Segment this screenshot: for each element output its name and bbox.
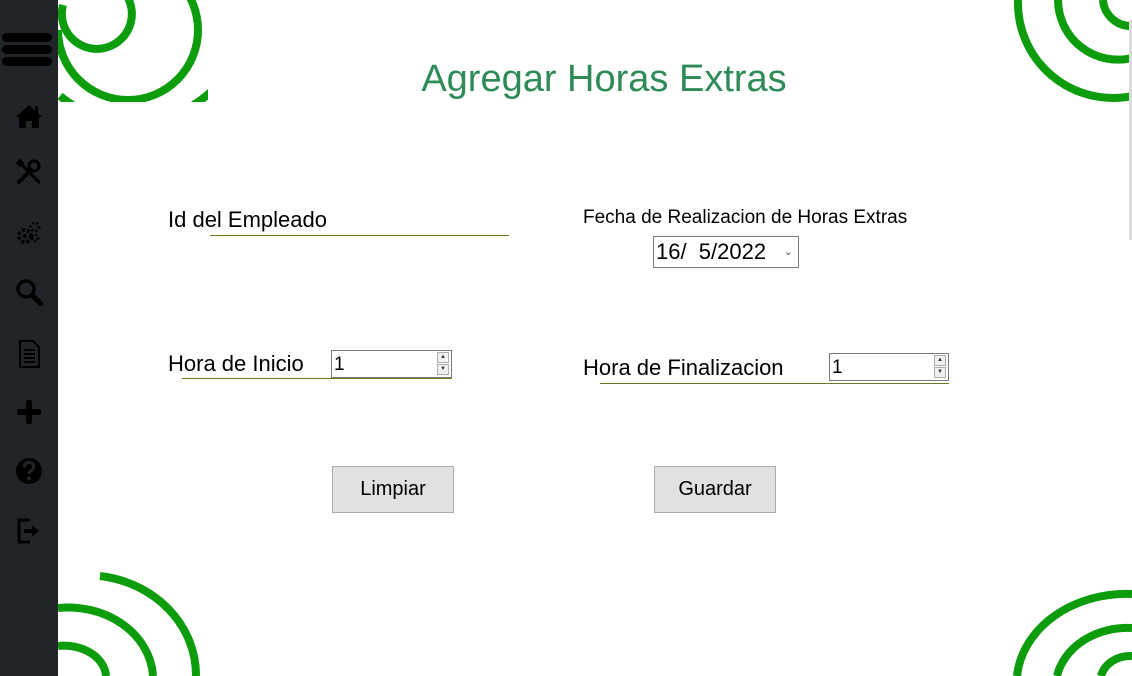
help-icon	[16, 458, 42, 484]
search-icon	[16, 279, 43, 306]
sidebar-item-search[interactable]	[9, 272, 49, 312]
sidebar-item-logout[interactable]	[9, 511, 49, 551]
end-hour-stepper[interactable]: 1 ▲ ▼	[829, 353, 949, 381]
hamburger-menu-icon[interactable]	[0, 28, 54, 72]
date-value: 16/ 5/2022	[656, 239, 767, 264]
sidebar-item-tools[interactable]	[9, 152, 49, 192]
home-icon	[16, 105, 42, 128]
clear-button[interactable]: Limpiar	[332, 466, 454, 513]
sidebar-item-home[interactable]	[9, 96, 49, 136]
date-picker[interactable]: 16/ 5/2022 ⌄	[653, 236, 799, 268]
increment-arrow-icon[interactable]: ▲	[437, 352, 449, 363]
employee-id-input[interactable]	[210, 206, 512, 236]
end-hour-underline	[600, 383, 949, 384]
start-hour-underline	[182, 378, 452, 379]
decrement-arrow-icon[interactable]: ▼	[437, 364, 449, 375]
sidebar-item-add[interactable]	[9, 392, 49, 432]
sidebar-item-settings[interactable]	[9, 212, 49, 252]
date-label: Fecha de Realizacion de Horas Extras	[583, 207, 908, 228]
save-button[interactable]: Guardar	[654, 466, 776, 513]
spiral-decoration-bottom-left	[58, 572, 201, 676]
tools-icon	[15, 158, 41, 184]
sidebar-item-reports[interactable]	[9, 334, 49, 374]
start-hour-label: Hora de Inicio	[168, 351, 304, 376]
chevron-down-icon[interactable]: ⌄	[784, 245, 793, 258]
spiral-decoration-bottom-right	[1013, 589, 1132, 676]
increment-arrow-icon[interactable]: ▲	[934, 355, 946, 366]
plus-icon	[17, 400, 41, 424]
logout-icon	[17, 518, 39, 544]
sidebar-item-help[interactable]	[9, 451, 49, 491]
decrement-arrow-icon[interactable]: ▼	[934, 367, 946, 378]
start-hour-stepper[interactable]: 1 ▲ ▼	[331, 350, 452, 378]
end-hour-label: Hora de Finalizacion	[583, 355, 784, 380]
employee-id-underline	[210, 235, 509, 236]
end-hour-value: 1	[832, 357, 843, 378]
document-icon	[19, 340, 40, 368]
sidebar	[0, 0, 58, 676]
page-title: Agregar Horas Extras	[421, 58, 787, 100]
gears-icon	[17, 221, 41, 244]
start-hour-value: 1	[334, 354, 345, 375]
